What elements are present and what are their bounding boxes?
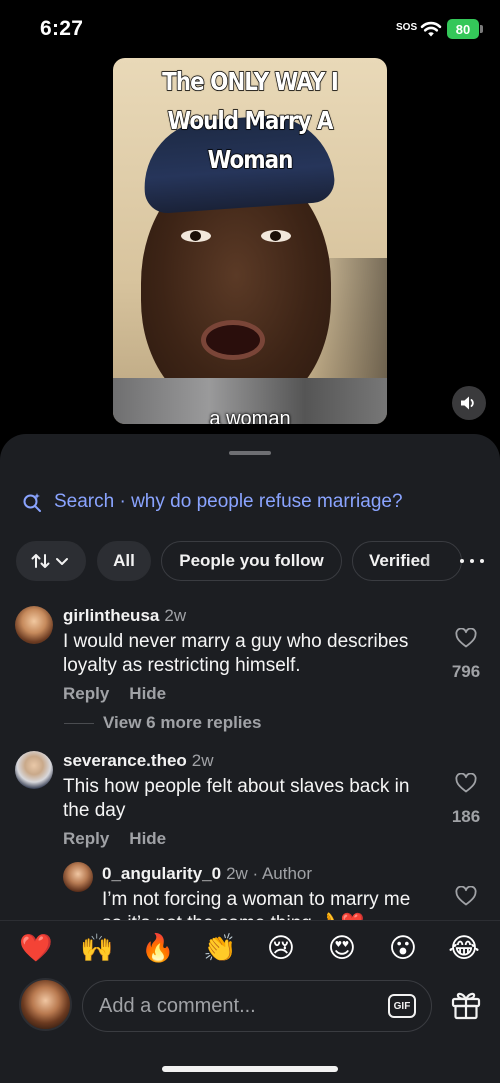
like-count: 796 xyxy=(451,662,481,681)
battery-indicator: 80 xyxy=(447,19,479,39)
filter-all[interactable]: All xyxy=(97,541,151,581)
battery-nub xyxy=(480,25,483,33)
sheet-drag-handle[interactable] xyxy=(229,451,271,455)
filter-people-you-follow[interactable]: People you follow xyxy=(161,541,342,581)
comment-list: girlintheusa 2w I would never marry a guy… xyxy=(0,602,500,920)
heart-icon xyxy=(455,627,477,648)
quick-reactions-bar: ❤️ 🙌 🔥 👏 😢 😍 😮 😂 xyxy=(0,920,500,976)
comment-text: I would never marry a guy who describes … xyxy=(63,631,409,676)
comment-username[interactable]: 0_angularity_0 2w · Author xyxy=(102,864,312,884)
comment-time: 2w xyxy=(164,606,187,625)
comment-reply-item: 0_angularity_0 2w · Author I’m not forcin… xyxy=(0,860,500,920)
comment-username-text: girlintheusa xyxy=(63,606,160,625)
hide-button[interactable]: Hide xyxy=(129,829,166,848)
comment-time: 2w xyxy=(191,751,214,770)
comment-item: severance.theo 2w This how people felt ab… xyxy=(0,747,500,849)
speaker-icon xyxy=(461,396,474,410)
like-count: 186 xyxy=(451,807,481,826)
emoji-reaction-heart-eyes[interactable]: 😍 xyxy=(324,931,360,967)
avatar[interactable] xyxy=(15,606,53,644)
avatar[interactable] xyxy=(15,751,53,789)
video-player[interactable]: The ONLY WAY I Would Marry A Woman a wom… xyxy=(113,58,387,424)
emoji-reaction-raised-hands[interactable]: 🙌 xyxy=(79,931,115,967)
comment-like[interactable]: 796 xyxy=(446,627,486,682)
video-caption: The ONLY WAY I Would Marry A Woman xyxy=(132,62,368,179)
more-options-icon[interactable] xyxy=(460,553,484,569)
wifi-icon xyxy=(420,21,442,37)
comment-username[interactable]: severance.theo 2w xyxy=(63,751,214,771)
reply-button[interactable]: Reply xyxy=(63,684,109,703)
view-more-replies[interactable]: View 6 more replies xyxy=(64,713,261,733)
avatar[interactable] xyxy=(63,862,93,892)
comment-text: This how people felt about slaves back i… xyxy=(63,776,410,821)
comment-username-text: severance.theo xyxy=(63,751,187,770)
gift-icon[interactable] xyxy=(450,989,482,1021)
comment-username[interactable]: girlintheusa 2w xyxy=(63,606,186,626)
sort-arrows-icon xyxy=(31,554,68,568)
emoji-reaction-surprised[interactable]: 😮 xyxy=(385,931,421,967)
reply-button[interactable]: Reply xyxy=(63,829,109,848)
filter-verified[interactable]: Verified xyxy=(352,541,462,581)
video-person-mouth xyxy=(201,320,265,360)
emoji-reaction-laughing[interactable]: 😂 xyxy=(446,931,482,967)
comment-text: I’m not forcing a woman to marry me so i… xyxy=(102,889,411,920)
comment-input[interactable]: Add a comment... GIF xyxy=(82,980,432,1032)
sparkle-search-icon xyxy=(23,493,41,512)
comment-time: 2w · Author xyxy=(226,864,313,883)
comment-like[interactable]: 32 xyxy=(446,885,486,920)
search-suggestion[interactable]: Search · why do people refuse marriage? xyxy=(22,489,403,515)
sort-button[interactable] xyxy=(16,541,86,581)
comments-sheet: Search · why do people refuse marriage? … xyxy=(0,434,500,1083)
comment-actions: Reply Hide xyxy=(63,684,166,704)
video-person-eye xyxy=(181,230,211,242)
comment-item: girlintheusa 2w I would never marry a guy… xyxy=(0,602,500,742)
video-caption-line: Would Marry A Woman xyxy=(167,105,334,175)
heart-icon xyxy=(455,885,477,906)
status-bar: 6:27 SOS 80 xyxy=(0,0,500,58)
comment-input-placeholder: Add a comment... xyxy=(99,995,256,1017)
comment-username-text: 0_angularity_0 xyxy=(102,864,222,883)
volume-button[interactable] xyxy=(452,386,486,420)
home-indicator xyxy=(162,1066,338,1072)
video-subtitle: a woman xyxy=(209,408,291,424)
view-more-replies-text: View 6 more replies xyxy=(103,713,262,732)
emoji-reaction-crying[interactable]: 😢 xyxy=(263,931,299,967)
video-caption-line: The ONLY WAY I xyxy=(162,66,340,97)
heart-icon xyxy=(455,772,477,793)
comment-like[interactable]: 186 xyxy=(446,772,486,827)
search-suggestion-text: Search · why do people refuse marriage? xyxy=(54,491,403,512)
hide-button[interactable]: Hide xyxy=(129,684,166,703)
composer-avatar[interactable] xyxy=(19,978,72,1031)
video-person-eye xyxy=(261,230,291,242)
status-time: 6:27 xyxy=(40,17,84,40)
emoji-reaction-fire[interactable]: 🔥 xyxy=(140,931,176,967)
sos-indicator: SOS xyxy=(396,22,418,33)
emoji-reaction-heart[interactable]: ❤️ xyxy=(18,931,54,967)
comment-actions: Reply Hide xyxy=(63,829,166,849)
comment-filters: All People you follow Verified xyxy=(16,541,500,581)
emoji-reaction-clapping[interactable]: 👏 xyxy=(202,931,238,967)
gif-button[interactable]: GIF xyxy=(388,994,416,1018)
